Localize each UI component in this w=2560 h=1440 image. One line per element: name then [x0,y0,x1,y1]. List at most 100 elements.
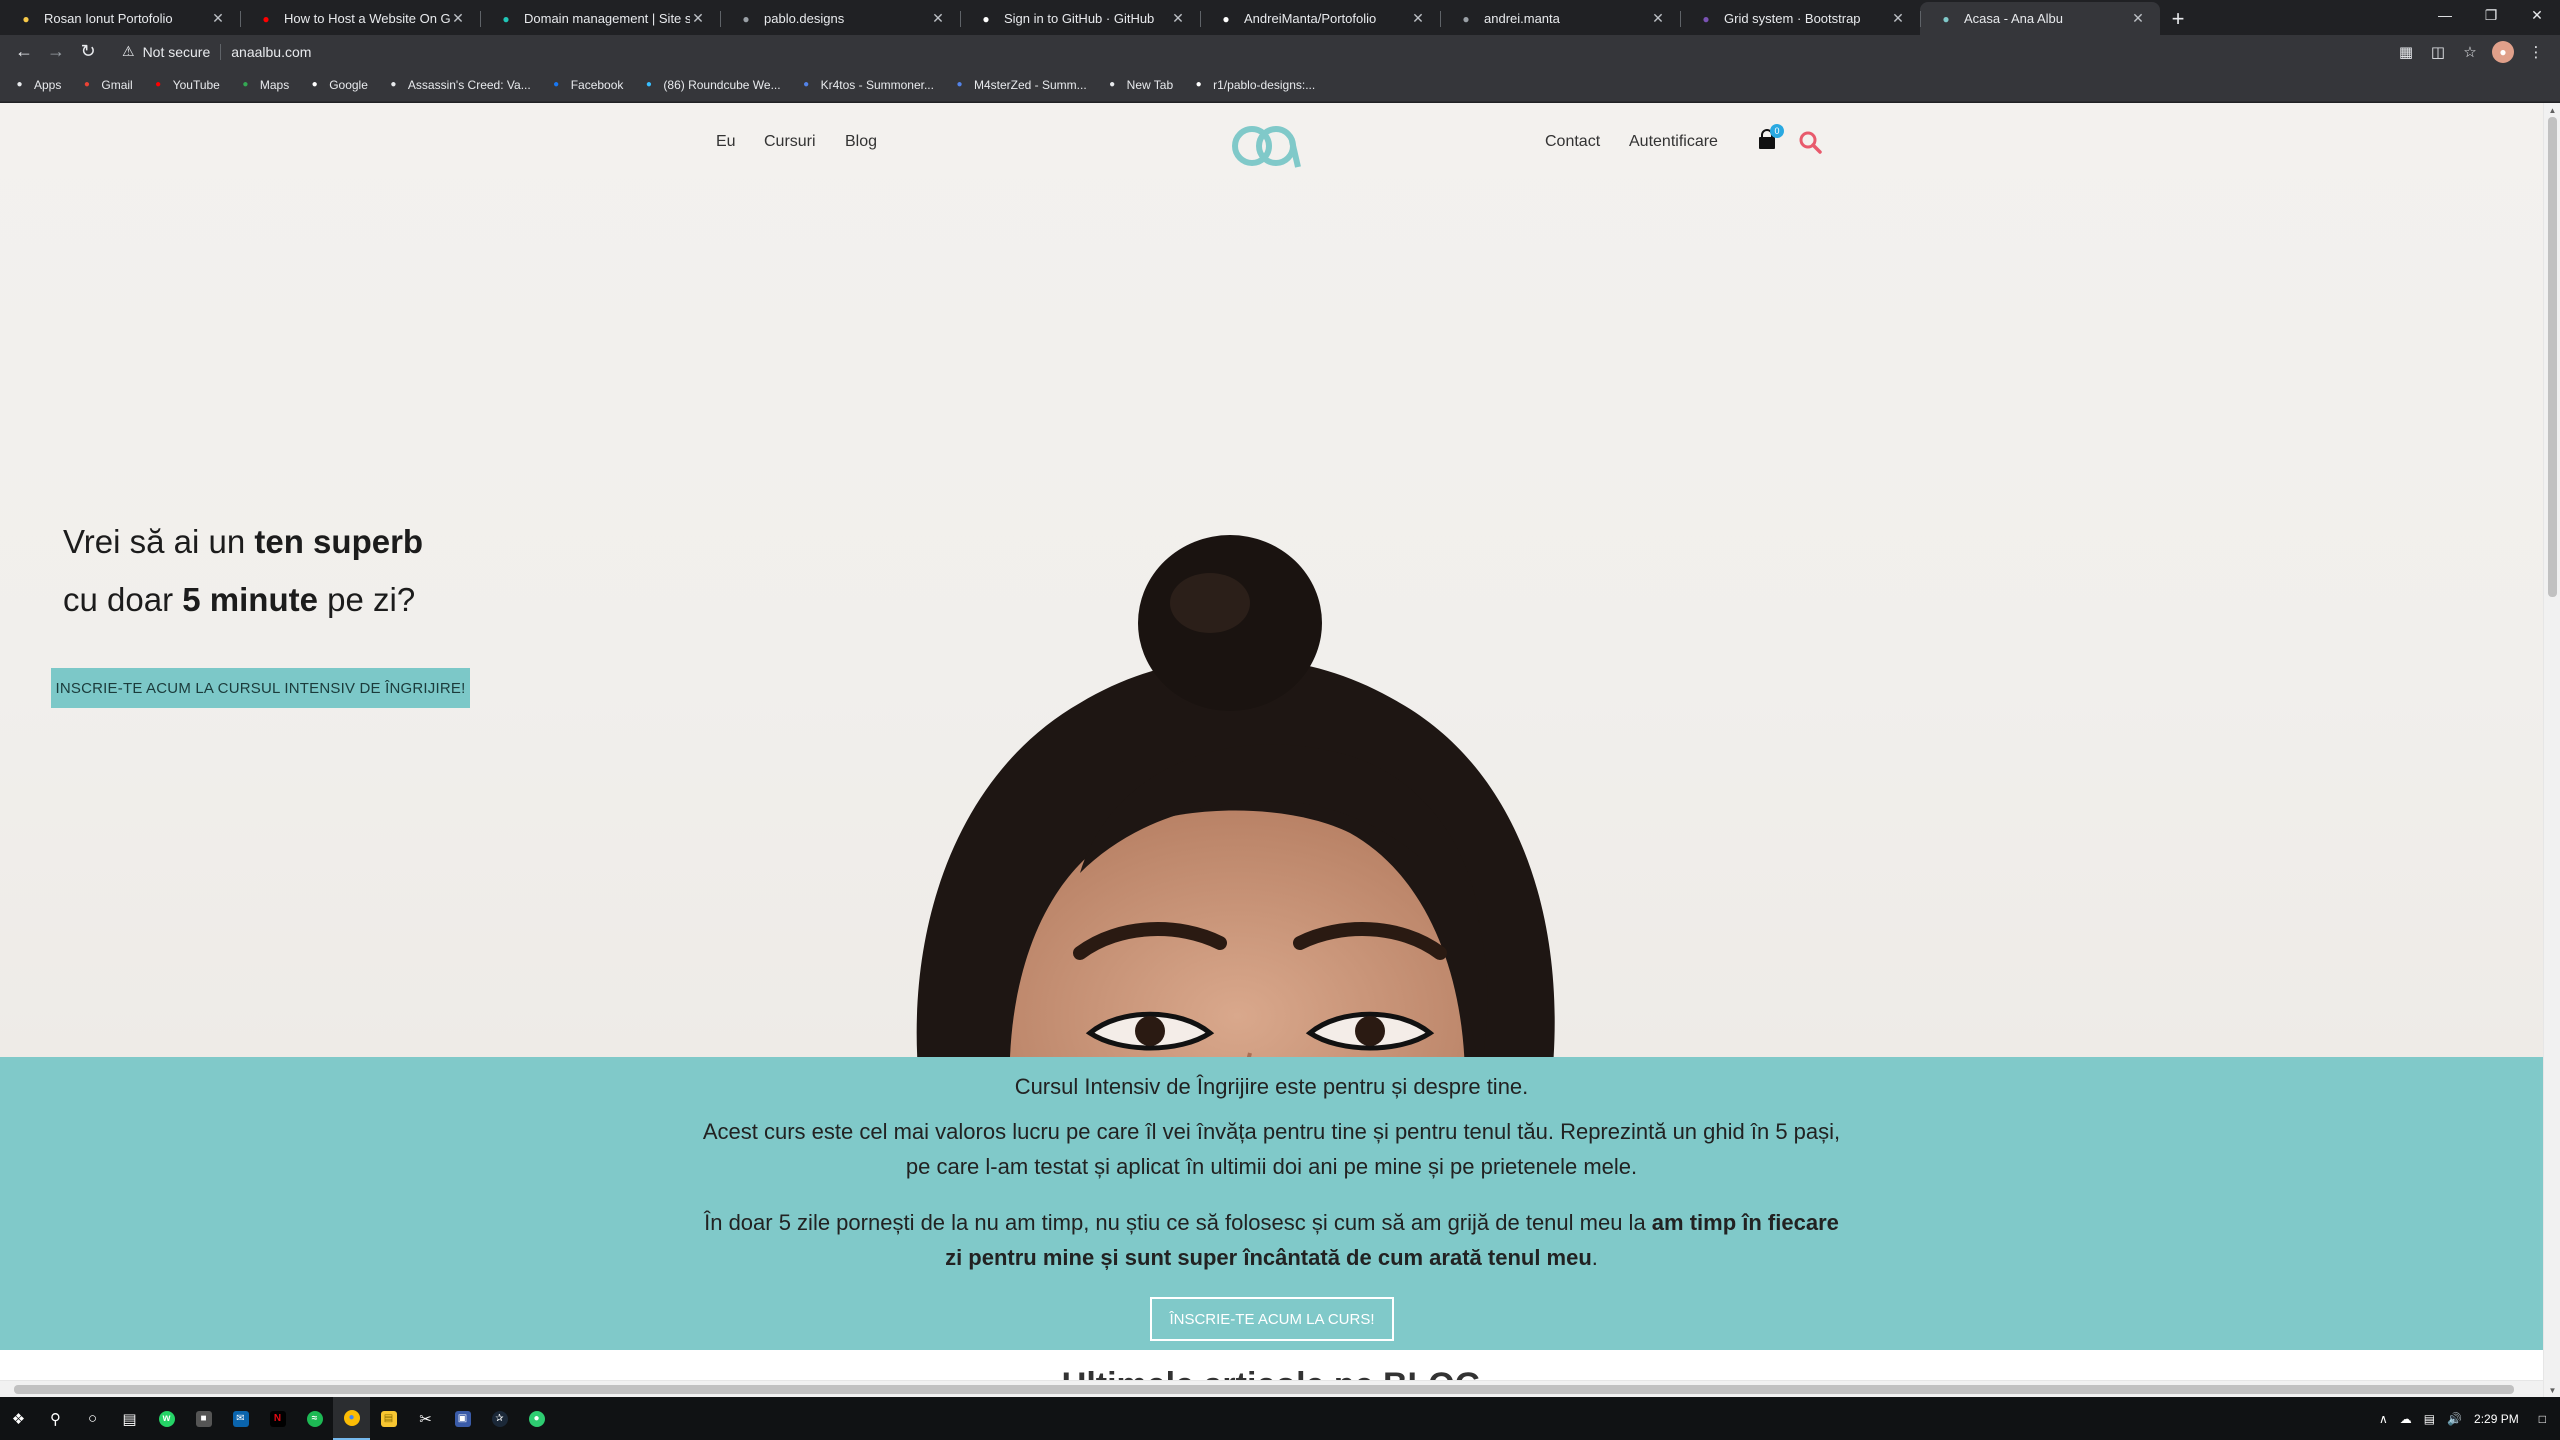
nav-link-autentificare[interactable]: Autentificare [1629,133,1718,151]
qr-code-icon[interactable]: ▦ [2390,38,2422,66]
browser-tab[interactable]: ● Domain management | Site settings✕ [480,2,720,35]
tab-close-icon[interactable]: ✕ [1890,10,1906,27]
file-explorer-icon[interactable]: ▤ [370,1397,407,1440]
whatsapp-icon[interactable]: w [148,1397,185,1440]
notifications-icon[interactable]: □ [2525,1412,2560,1426]
tab-close-icon[interactable]: ✕ [1650,10,1666,27]
browser-tab[interactable]: ● Grid system · Bootstrap ✕ [1680,2,1920,35]
hero-text-b: ten superb [254,523,424,560]
profile-avatar-icon[interactable]: ● [2492,40,2514,63]
spotify-icon[interactable]: ≈ [296,1397,333,1440]
vertical-scrollbar[interactable]: ▲ ▼ [2543,103,2560,1397]
onedrive-icon[interactable]: ☁ [2394,1412,2418,1426]
opgg-icon: ● [803,79,810,90]
address-bar[interactable]: ⚠ Not secure anaalbu.com [112,38,2382,66]
restore-icon[interactable]: ❐ [2468,0,2514,30]
github-icon: ● [1195,79,1202,90]
site-logo-icon: ● [1942,11,1950,26]
url-text[interactable]: anaalbu.com [231,44,311,60]
steam-icon[interactable]: ✰ [481,1397,518,1440]
bookmark-label: Maps [259,77,290,92]
tab-close-icon[interactable]: ✕ [930,10,946,27]
bookmark-item[interactable]: ● Assassin's Creed: Va... [386,77,530,92]
tab-title: andrei.manta [1484,11,1560,26]
hero-enroll-button[interactable]: INSCRIE-TE ACUM LA CURSUL INTENSIV DE ÎN… [51,668,470,708]
nav-link-eu[interactable]: Eu [716,133,736,151]
vertical-scroll-thumb[interactable] [2548,117,2557,597]
bookmark-item[interactable]: ● Maps [238,77,289,92]
netflix-icon[interactable]: N [259,1397,296,1440]
network-icon[interactable]: ▤ [2418,1412,2441,1426]
search-taskbar-icon[interactable]: ⚲ [37,1397,74,1440]
nav-link-cursuri[interactable]: Cursuri [764,133,816,151]
green-app-icon[interactable]: ● [518,1397,555,1440]
bookmark-item[interactable]: ● Gmail [79,77,133,92]
bookmark-label: Google [329,77,368,92]
minimize-icon[interactable]: — [2422,0,2468,30]
bookmark-item[interactable]: ● Apps [12,77,61,92]
reload-icon[interactable]: ↻ [72,38,104,66]
horizontal-scroll-thumb[interactable] [14,1385,2514,1394]
bookmark-item[interactable]: ● M4sterZed - Summ... [952,77,1086,92]
volume-icon[interactable]: 🔊 [2441,1412,2468,1426]
bootstrap-icon: ● [1702,11,1710,26]
snipping-tool-icon[interactable]: ✂ [407,1397,444,1440]
translate-icon[interactable]: ◫ [2422,38,2454,66]
browser-tab[interactable]: ● How to Host a Website On Github✕ [240,2,480,35]
tab-close-icon[interactable]: ✕ [690,10,706,27]
browser-tab-strip: ● Rosan Ionut Portofolio ✕ ● How to Host a W… [0,0,2560,35]
bookmark-star-icon[interactable]: ☆ [2454,38,2486,66]
scroll-up-arrow-icon[interactable]: ▲ [2544,103,2560,117]
intro-p3-text-c: . [1591,1245,1598,1270]
cortana-icon[interactable]: ○ [74,1397,111,1440]
bookmark-item[interactable]: ● r1/pablo-designs:... [1191,77,1316,92]
bookmark-item[interactable]: ● YouTube [151,77,220,92]
browser-tab[interactable]: ● andrei.manta ✕ [1440,2,1680,35]
mail-icon[interactable]: ✉ [222,1397,259,1440]
tab-close-icon[interactable]: ✕ [2130,10,2146,27]
browser-tab[interactable]: ● pablo.designs ✕ [720,2,960,35]
blog-section: Ultimele articole pe BLOG [0,1350,2543,1380]
app-window-icon[interactable]: ▣ [444,1397,481,1440]
bookmark-item[interactable]: ● Google [307,77,368,92]
system-tray: ∧ ☁ ▤ 🔊 2:29 PM □ [2373,1397,2560,1440]
browser-tab[interactable]: ● Rosan Ionut Portofolio ✕ [0,2,240,35]
bookmark-item[interactable]: ● (86) Roundcube We... [641,77,781,92]
tab-close-icon[interactable]: ✕ [450,10,466,27]
nav-link-blog[interactable]: Blog [845,133,877,151]
back-arrow-icon[interactable]: ← [8,38,40,66]
browser-tab[interactable]: ● Sign in to GitHub · GitHub ✕ [960,2,1200,35]
bookmark-item[interactable]: ● New Tab [1105,77,1173,92]
bookmark-item[interactable]: ● Kr4tos - Summoner... [799,77,934,92]
windows-start-icon[interactable]: ❖ [0,1397,37,1440]
tab-close-icon[interactable]: ✕ [1410,10,1426,27]
close-window-icon[interactable]: ✕ [2514,0,2560,30]
tab-close-icon[interactable]: ✕ [210,10,226,27]
horizontal-scrollbar[interactable] [0,1380,2543,1397]
chrome-icon[interactable]: ● [333,1397,370,1440]
globe-icon: ● [742,11,750,26]
browser-tab[interactable]: ● Acasa - Ana Albu ✕ [1920,2,2160,35]
tray-chevron-icon[interactable]: ∧ [2373,1412,2394,1426]
nav-link-contact[interactable]: Contact [1545,133,1600,151]
clock-time[interactable]: 2:29 PM [2468,1412,2525,1426]
intro-paragraph-2: Acest curs este cel mai valoros lucru pe… [702,1119,1841,1179]
site-logo-icon[interactable] [1228,119,1304,173]
scroll-down-arrow-icon[interactable]: ▼ [2544,1383,2560,1397]
tab-title: pablo.designs [764,11,845,26]
forward-arrow-icon[interactable]: → [40,38,72,66]
search-icon[interactable] [1798,130,1822,154]
bookmark-label: r1/pablo-designs:... [1213,77,1316,92]
globe-icon: ● [390,79,397,90]
browser-tab[interactable]: ● AndreiManta/Portofolio ✕ [1200,2,1440,35]
menu-kebab-icon[interactable]: ⋮ [2520,38,2552,66]
gmail-icon: ● [83,79,90,90]
hero-text-c: cu doar [63,581,183,618]
course-enroll-button[interactable]: ÎNSCRIE-TE ACUM LA CURS! [1150,1297,1394,1341]
store-icon[interactable]: ■ [185,1397,222,1440]
new-tab-button[interactable]: + [2160,2,2196,35]
tab-close-icon[interactable]: ✕ [1170,10,1186,27]
task-view-icon[interactable]: ▤ [111,1397,148,1440]
bookmark-label: YouTube [172,77,220,92]
bookmark-item[interactable]: ● Facebook [549,77,623,92]
